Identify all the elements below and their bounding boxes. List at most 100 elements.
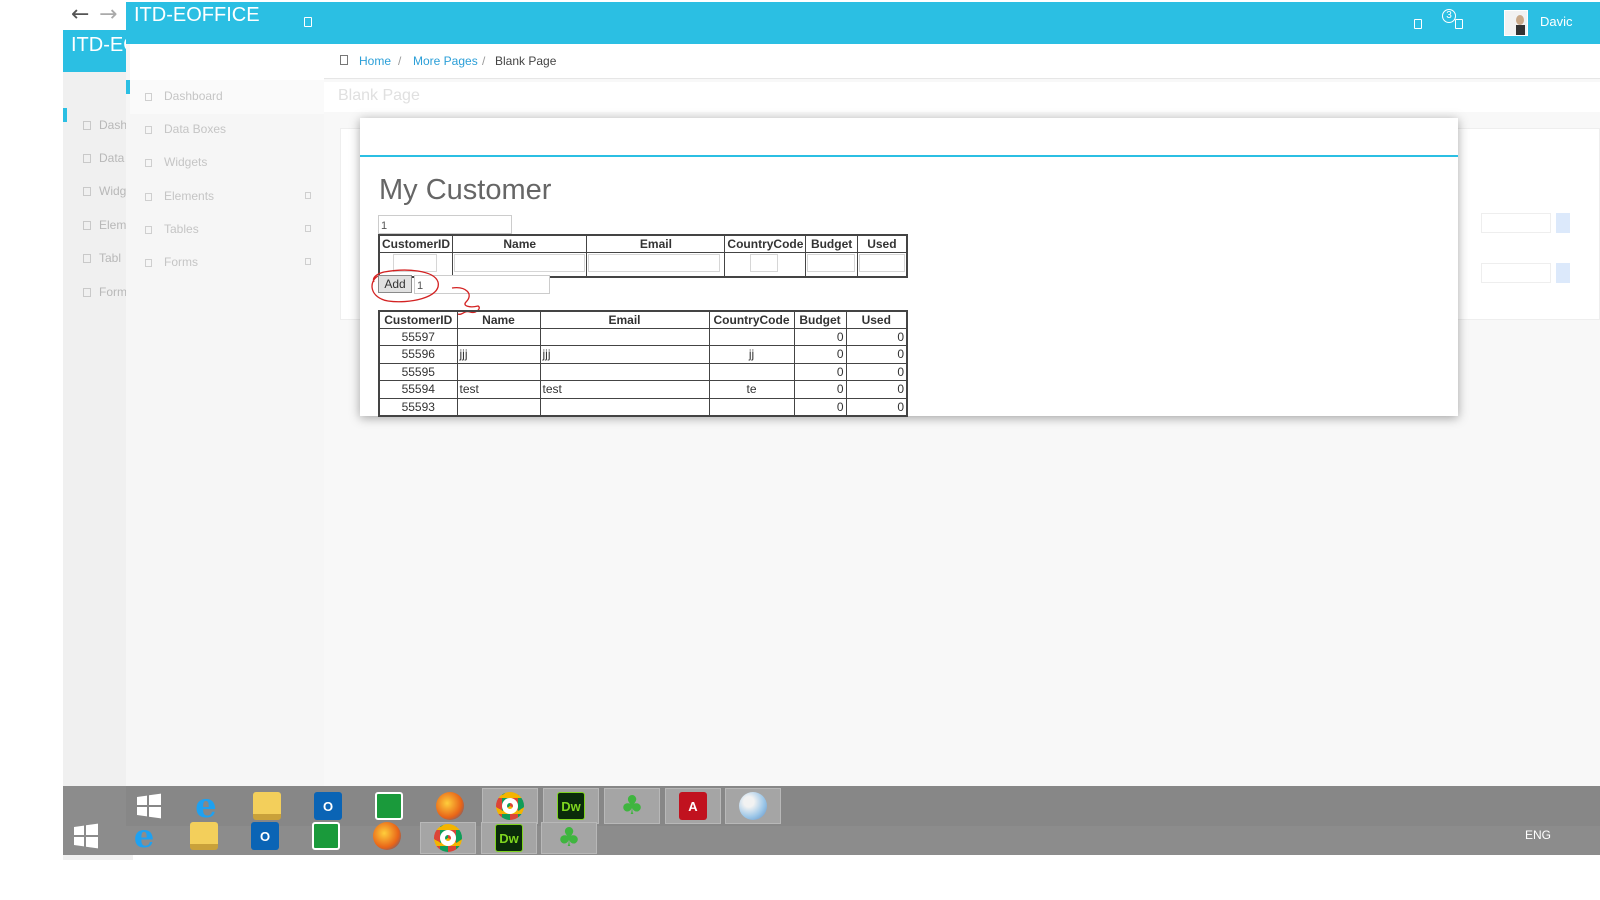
used-value: 0 [845,397,908,416]
name-value [456,362,541,381]
column-header: CustomerID [378,310,458,329]
background-sidebar-item: Form [63,285,133,315]
background-sidebar: Dash Data Widg Elem Tabl Form [63,108,133,828]
dreamweaver-icon[interactable]: Dw [543,788,599,824]
clover-icon[interactable]: ♣ [541,822,597,854]
paint-icon[interactable] [725,788,781,824]
background-sidebar-item: Data [63,151,133,181]
customerid-value: 55595 [378,362,458,381]
email-value: test [539,380,710,399]
sidebar-item-widgets[interactable]: Widgets [145,155,315,175]
column-header: Name [452,234,588,253]
budget-field[interactable] [807,253,856,272]
widgets-icon [145,159,152,167]
name-value [456,327,541,346]
column-header: Email [586,234,726,253]
email-cell [586,251,726,277]
notifications-icon[interactable] [1455,19,1463,29]
sidebar-item-elements[interactable]: Elements [145,189,315,209]
budget-value: 0 [793,362,847,381]
column-header: CustomerID [378,234,454,253]
background-sidebar-item: Tabl [63,251,133,281]
internet-explorer-icon[interactable]: e [116,817,172,855]
avatar[interactable] [1504,10,1528,36]
email-field[interactable] [588,253,721,272]
app-title[interactable]: ITD-EOFFICE [134,4,260,27]
background-button [1556,263,1570,283]
table-row[interactable]: 55593 0 0 [378,397,908,416]
background-input [1481,213,1551,233]
column-header: Name [456,310,541,329]
data-boxes-icon [145,126,152,134]
background-button [1556,213,1570,233]
name-value: jjj [456,345,541,364]
firefox-icon[interactable] [422,788,478,824]
table-row[interactable]: 55596 jjj jjj jj 0 0 [378,345,908,364]
tables-icon [145,226,152,234]
breadcrumb-home[interactable]: Home [359,54,391,68]
used-cell [856,251,908,277]
countrycode-cell [724,251,807,277]
email-value [539,397,710,416]
outlook-icon[interactable]: O [237,818,293,854]
used-value: 0 [845,345,908,364]
customerid-value: 55597 [378,327,458,346]
breadcrumb-separator: / [398,54,402,68]
customerid-value: 55593 [378,397,458,416]
dreamweaver-icon[interactable]: Dw [481,822,537,854]
customer-data-table: CustomerID Name Email CountryCode Budget… [378,310,908,417]
breadcrumb-more-pages[interactable]: More Pages [413,54,478,68]
acrobat-icon[interactable]: A [665,788,721,824]
page-header [324,82,1600,112]
column-header: Used [845,310,908,329]
countrycode-value: te [708,380,795,399]
table-row[interactable]: 55595 0 0 [378,362,908,381]
countrycode-value: jj [708,345,795,364]
sidebar-item-tables[interactable]: Tables [145,222,315,242]
countrycode-value [708,327,795,346]
column-header: CountryCode [708,310,795,329]
chrome-icon[interactable] [482,788,538,824]
chrome-icon[interactable] [420,822,476,854]
language-indicator[interactable]: ENG [1525,828,1551,842]
email-value [539,362,710,381]
clover-icon[interactable]: ♣ [604,788,660,824]
sidebar-item-dashboard[interactable]: Dashboard [145,89,315,109]
forward-arrow-icon[interactable]: → [99,2,117,27]
used-value: 0 [845,362,908,381]
background-app-title: ITD-EO [71,34,133,56]
name-value: test [456,380,541,399]
budget-value: 0 [793,345,847,364]
firefox-icon[interactable] [359,818,415,854]
background-sidebar-item: Widg [63,184,133,214]
sidebar-item-data-boxes[interactable]: Data Boxes [145,122,315,142]
column-header: CountryCode [724,234,807,253]
app-header: ITD-EOFFICE 3 Davic [126,2,1600,44]
page-title: Blank Page [338,87,420,104]
table-row[interactable]: 55597 0 0 [378,327,908,346]
expand-icon [305,192,311,199]
countrycode-value [708,362,795,381]
notification-count-badge[interactable]: 3 [1442,9,1456,23]
column-header: Email [539,310,710,329]
customerid-value: 55596 [378,345,458,364]
used-value: 0 [845,380,908,399]
breadcrumb-separator: / [482,54,486,68]
background-input [1481,263,1551,283]
user-name[interactable]: Davic [1540,14,1573,29]
store-icon[interactable] [298,818,354,854]
countrycode-field[interactable] [750,253,779,272]
budget-value: 0 [793,327,847,346]
start-icon[interactable] [58,818,114,854]
table-row[interactable]: 55594 test test te 0 0 [378,380,908,399]
sidebar-active-indicator [126,80,130,94]
file-explorer-icon[interactable] [176,818,232,854]
back-arrow-icon[interactable]: ← [71,2,89,27]
top-input[interactable] [378,215,512,234]
messages-icon[interactable] [1414,19,1422,29]
email-value [539,327,710,346]
menu-toggle-icon[interactable] [304,17,312,27]
used-field[interactable] [858,253,905,272]
budget-value: 0 [793,380,847,399]
sidebar-item-forms[interactable]: Forms [145,255,315,275]
